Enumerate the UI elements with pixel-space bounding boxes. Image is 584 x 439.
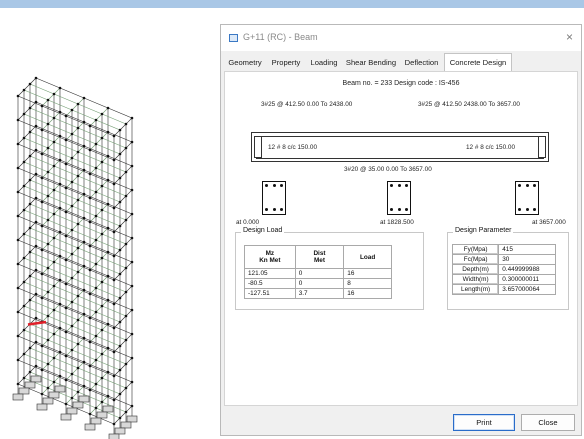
close-icon[interactable]: × bbox=[566, 30, 573, 44]
param-value: 415 bbox=[498, 244, 556, 255]
table-cell: 0 bbox=[294, 268, 345, 279]
stirrup-right-label: 12 # 8 c/c 150.00 bbox=[466, 144, 516, 151]
beam-right-support bbox=[538, 136, 546, 158]
param-name: Width(m) bbox=[451, 274, 500, 285]
structure-3d-view[interactable] bbox=[0, 8, 215, 439]
dialog-title: G+11 (RC) - Beam bbox=[243, 32, 318, 42]
bottom-rebar-label: 3#20 @ 35.00 0.00 To 3657.00 bbox=[344, 166, 432, 173]
table-row[interactable]: Fy(Mpa) 415 bbox=[451, 244, 556, 255]
param-name: Fy(Mpa) bbox=[451, 244, 500, 255]
dialog-titlebar[interactable]: G+11 (RC) - Beam × bbox=[221, 25, 581, 51]
table-row[interactable]: Length(m) 3.657000064 bbox=[451, 284, 556, 295]
beam-elevation: 12 # 8 c/c 150.00 12 # 8 c/c 150.00 bbox=[251, 132, 549, 162]
concrete-design-panel: Beam no. = 233 Design code : IS-456 3#25… bbox=[224, 71, 578, 406]
design-load-group: Design Load Mz Kn Met Dist Met Load 121.05… bbox=[235, 227, 424, 310]
table-row[interactable]: Depth(m) 0.449999988 bbox=[451, 264, 556, 275]
table-row[interactable]: Fc(Mpa) 30 bbox=[451, 254, 556, 265]
param-name: Depth(m) bbox=[451, 264, 500, 275]
section-middle-label: at 1828.500 bbox=[380, 219, 414, 226]
table-cell: -80.5 bbox=[244, 278, 296, 289]
table-cell: 8 bbox=[343, 278, 392, 289]
table-cell: 121.05 bbox=[244, 268, 296, 279]
app-title-strip bbox=[0, 0, 584, 8]
tab-property[interactable]: Property bbox=[267, 55, 305, 70]
design-parameter-group: Design Parameter Fy(Mpa) 415 Fc(Mpa) 30 De… bbox=[447, 227, 569, 310]
design-parameter-title: Design Parameter bbox=[453, 227, 514, 234]
table-cell: 0 bbox=[294, 278, 345, 289]
section-end-diagram bbox=[515, 181, 539, 215]
close-button[interactable]: Close bbox=[521, 414, 575, 431]
header-dist: Dist Met bbox=[294, 245, 345, 269]
design-load-header-row: Mz Kn Met Dist Met Load bbox=[244, 245, 392, 269]
section-end-label: at 3657.000 bbox=[532, 219, 566, 226]
param-value: 30 bbox=[498, 254, 556, 265]
beam-left-support bbox=[254, 136, 262, 158]
tab-loading[interactable]: Loading bbox=[306, 55, 342, 70]
header-mz: Mz Kn Met bbox=[244, 245, 296, 269]
header-load: Load bbox=[343, 245, 392, 269]
table-cell: 16 bbox=[343, 268, 392, 279]
section-start-label: at 0.000 bbox=[236, 219, 260, 226]
top-left-rebar-label: 3#25 @ 412.50 0.00 To 2438.00 bbox=[261, 101, 353, 108]
design-load-title: Design Load bbox=[241, 227, 285, 234]
param-value: 0.300000011 bbox=[498, 274, 556, 285]
section-start-diagram bbox=[262, 181, 286, 215]
table-row[interactable]: Width(m) 0.300000011 bbox=[451, 274, 556, 285]
tab-geometry[interactable]: Geometry bbox=[224, 55, 266, 70]
stirrup-left-label: 12 # 8 c/c 150.00 bbox=[268, 144, 318, 151]
beam-top-bar bbox=[256, 136, 544, 137]
tab-concrete-design[interactable]: Concrete Design bbox=[444, 53, 512, 71]
table-row[interactable]: -80.5 0 8 bbox=[244, 278, 392, 289]
param-name: Fc(Mpa) bbox=[451, 254, 500, 265]
param-value: 3.657000064 bbox=[498, 284, 556, 295]
param-value: 0.449999988 bbox=[498, 264, 556, 275]
tab-shear-bending[interactable]: Shear Bending bbox=[343, 55, 399, 70]
param-name: Length(m) bbox=[451, 284, 500, 295]
table-cell: 16 bbox=[343, 288, 392, 299]
table-cell: 3.7 bbox=[294, 288, 345, 299]
window-app-icon bbox=[229, 34, 238, 42]
beam-dialog: G+11 (RC) - Beam × Geometry Property Loa… bbox=[220, 24, 582, 436]
section-middle-diagram bbox=[387, 181, 411, 215]
tab-deflection[interactable]: Deflection bbox=[400, 55, 443, 70]
table-cell: -127.51 bbox=[244, 288, 296, 299]
table-row[interactable]: 121.05 0 16 bbox=[244, 268, 392, 279]
top-right-rebar-label: 3#25 @ 412.50 2438.00 To 3657.00 bbox=[418, 101, 520, 108]
table-row[interactable]: -127.51 3.7 16 bbox=[244, 288, 392, 299]
beam-bottom-bar bbox=[256, 158, 544, 159]
design-parameter-table[interactable]: Fy(Mpa) 415 Fc(Mpa) 30 Depth(m) 0.449999988… bbox=[451, 244, 556, 295]
print-button[interactable]: Print bbox=[453, 414, 515, 431]
design-header: Beam no. = 233 Design code : IS-456 bbox=[342, 80, 460, 87]
design-load-table[interactable]: Mz Kn Met Dist Met Load 121.05 0 16 -80.5 … bbox=[244, 245, 392, 299]
